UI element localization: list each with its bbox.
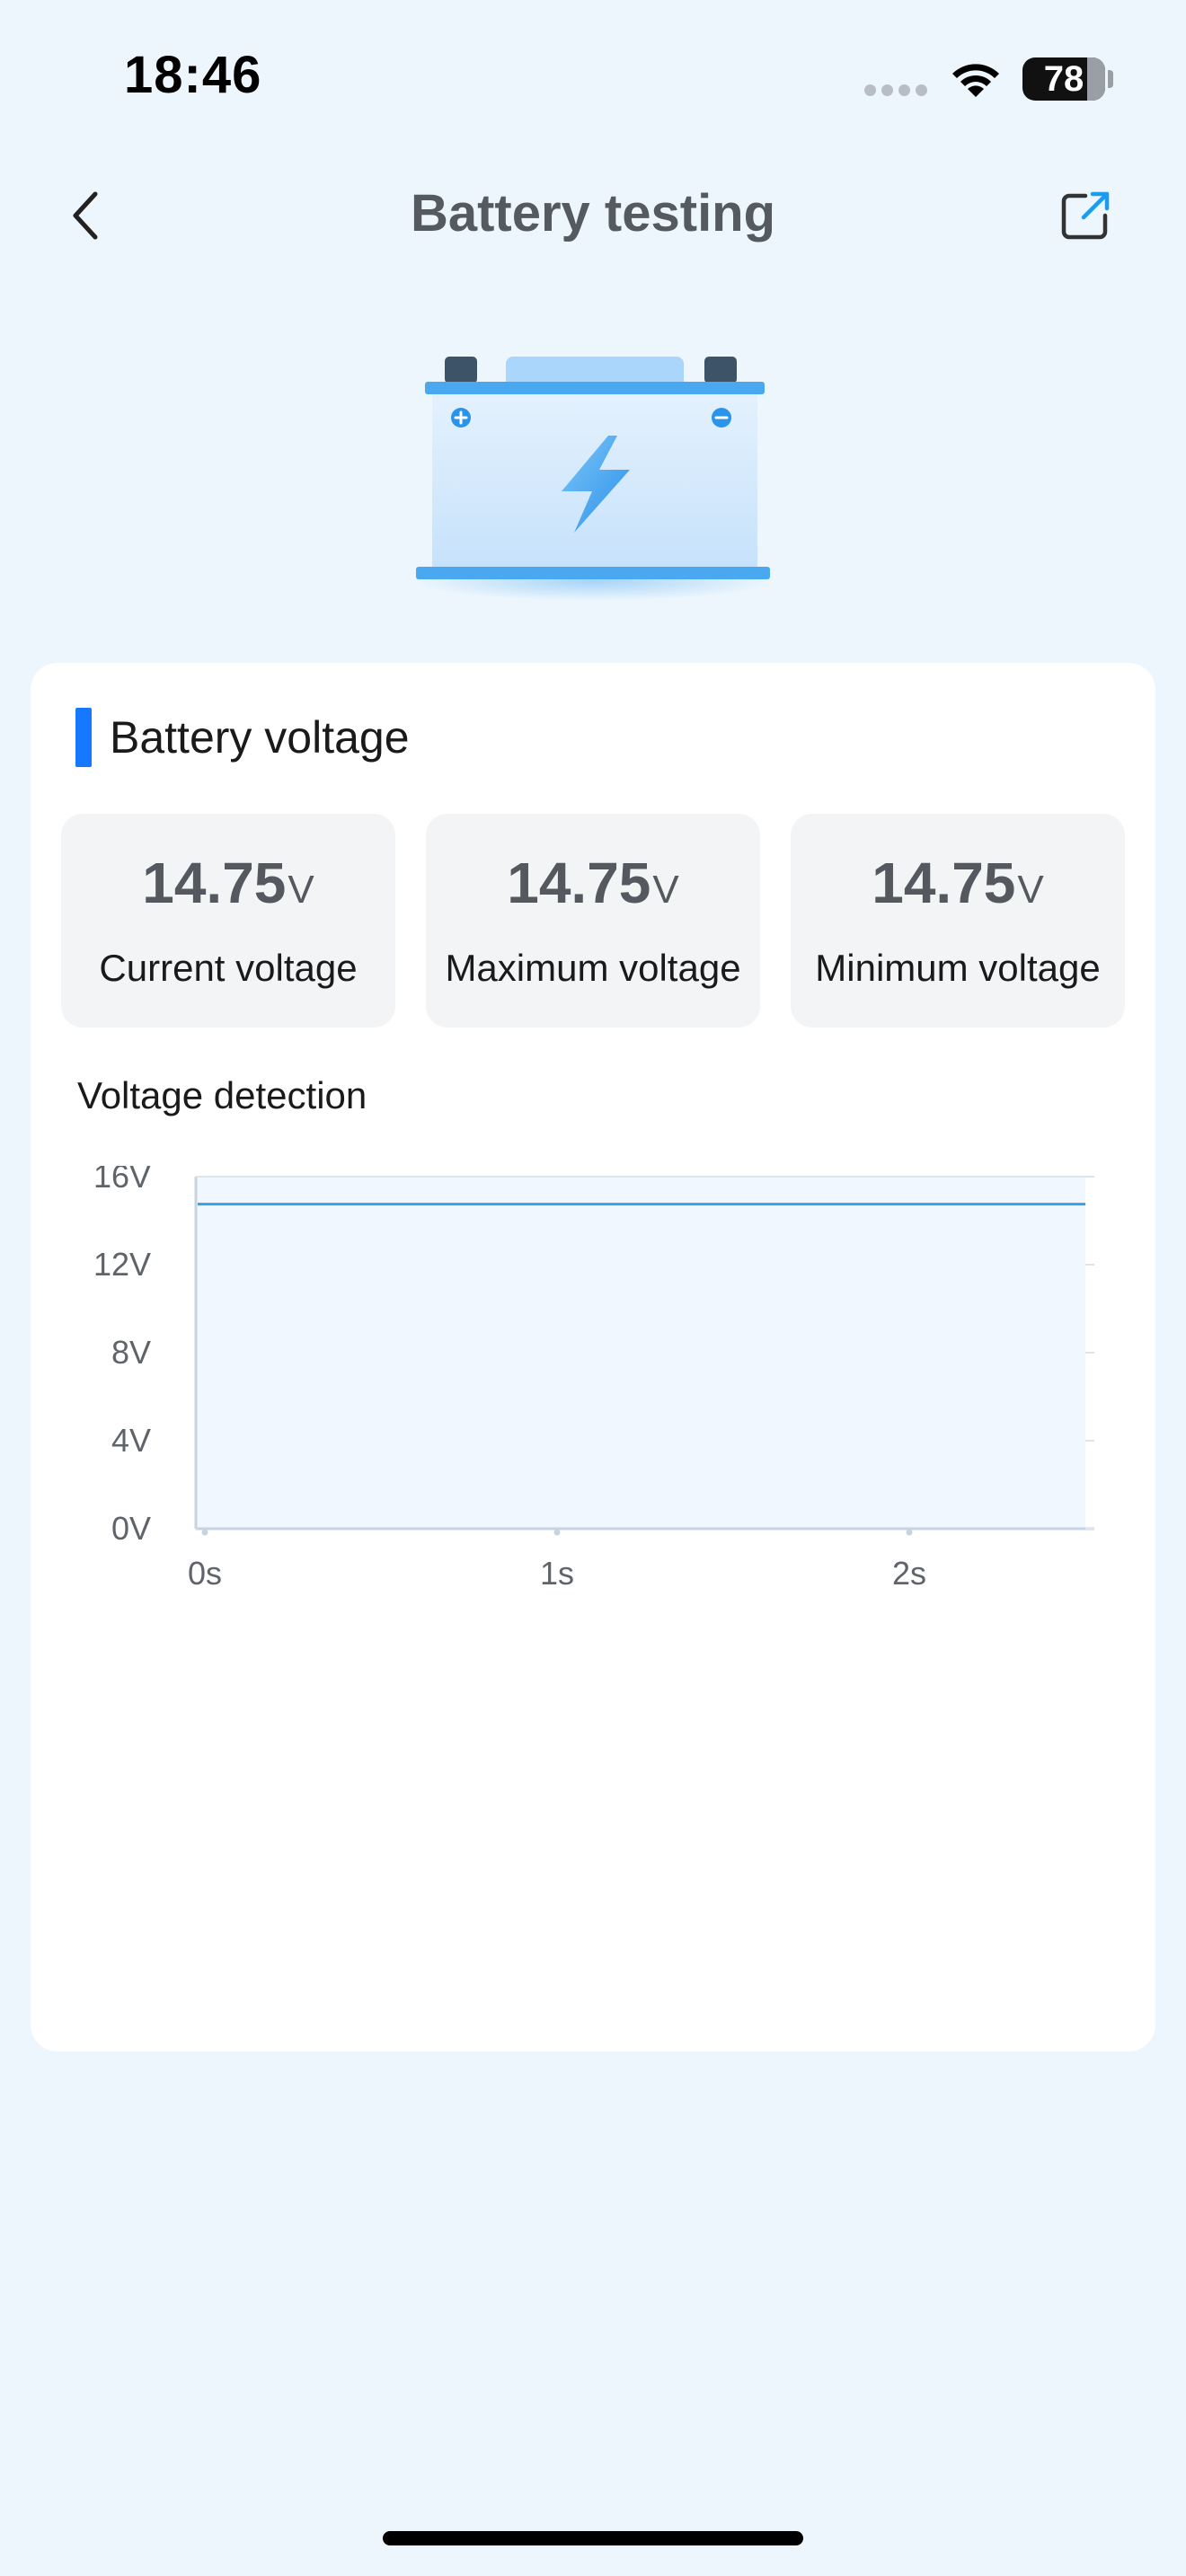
chart-title: Voltage detection	[77, 1074, 367, 1116]
y-tick-label: 4V	[111, 1422, 151, 1459]
x-tick-mark	[201, 1529, 208, 1536]
stat-value: 14.75V	[872, 851, 1044, 915]
stat-label: Current voltage	[99, 947, 358, 989]
x-tick-mark	[906, 1529, 913, 1536]
status-time: 18:46	[124, 46, 262, 104]
voltage-line-chart: 0V 4V 8V 12V 16V 0s 1s 2s	[93, 1166, 1094, 1592]
cellular-signal-icon	[864, 84, 929, 97]
y-tick-label: 8V	[111, 1334, 151, 1371]
y-tick-label: 16V	[93, 1166, 151, 1195]
share-external-icon	[1061, 191, 1110, 240]
y-tick-label: 12V	[93, 1246, 151, 1283]
stat-value: 14.75V	[507, 851, 679, 915]
share-button[interactable]	[1058, 189, 1112, 243]
stat-value: 14.75V	[142, 851, 314, 915]
stat-label: Maximum voltage	[445, 947, 741, 989]
car-battery-lightning-icon	[413, 357, 773, 601]
battery-voltage-card: Battery voltage 14.75V Current voltage 1…	[31, 663, 1155, 2051]
y-tick-label: 0V	[111, 1510, 151, 1547]
status-bar: 18:46 78	[0, 0, 1186, 135]
battery-status-icon: 78	[1022, 57, 1105, 101]
maximum-voltage-stat: 14.75V Maximum voltage	[426, 814, 760, 1028]
x-tick-label: 1s	[540, 1555, 574, 1592]
page-title: Battery testing	[410, 184, 776, 243]
section-title: Battery voltage	[110, 712, 410, 763]
current-voltage-stat: 14.75V Current voltage	[61, 814, 395, 1028]
wifi-icon	[952, 64, 999, 97]
plot-area	[196, 1177, 1085, 1529]
x-tick-label: 2s	[892, 1555, 926, 1592]
nav-bar: Battery testing	[0, 162, 1186, 269]
x-tick-label: 0s	[188, 1555, 222, 1592]
stat-label: Minimum voltage	[815, 947, 1101, 989]
battery-cap	[1108, 70, 1113, 88]
battery-percent: 78	[1043, 59, 1084, 99]
minimum-voltage-stat: 14.75V Minimum voltage	[791, 814, 1125, 1028]
section-accent-bar	[75, 708, 92, 767]
home-indicator	[383, 2531, 803, 2545]
x-tick-mark	[553, 1529, 561, 1536]
